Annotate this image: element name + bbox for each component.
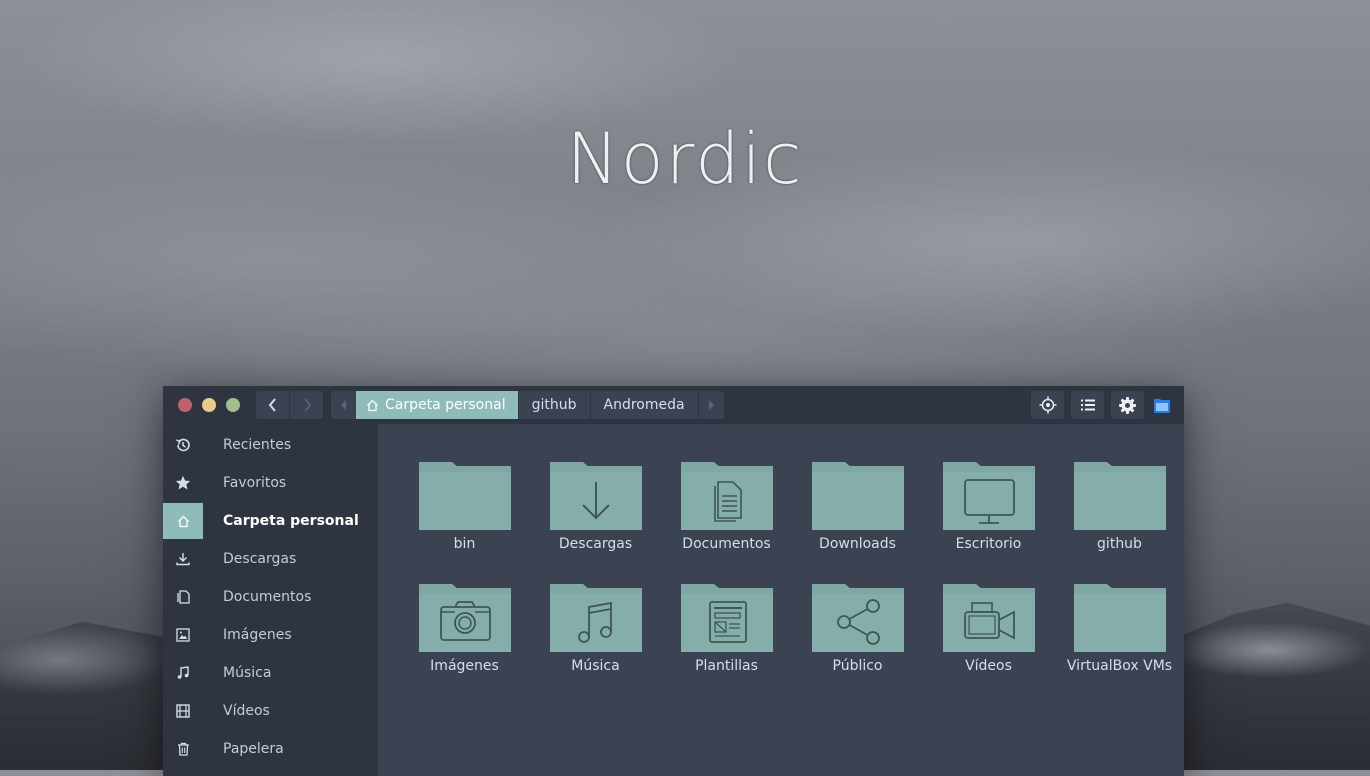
folder-item[interactable]: Documentos: [661, 460, 792, 552]
folder-label: Plantillas: [695, 658, 758, 674]
path-button-andromeda[interactable]: Andromeda: [589, 391, 698, 419]
film-icon: [163, 693, 203, 729]
close-button[interactable]: [178, 398, 192, 412]
file-view: bin Descargas Documentos Downloads Escri…: [378, 424, 1184, 776]
sidebar-item-descargas[interactable]: Descargas: [163, 541, 296, 577]
sidebar-item-label: Papelera: [223, 741, 284, 757]
folder-label: VirtualBox VMs: [1066, 658, 1173, 674]
folder-item[interactable]: Plantillas: [661, 582, 792, 674]
folder-item[interactable]: github: [1054, 460, 1185, 552]
sidebar-item-label: Documentos: [223, 589, 312, 605]
downloads-folder-icon: [549, 460, 642, 530]
window-controls: [178, 398, 240, 412]
list-view-button[interactable]: [1071, 391, 1104, 419]
folder-label: Downloads: [819, 536, 896, 552]
document-icon: [163, 579, 203, 615]
folder-label: Música: [571, 658, 620, 674]
image-icon: [163, 617, 203, 653]
sidebar-item-label: Carpeta personal: [223, 513, 359, 529]
maximize-button[interactable]: [226, 398, 240, 412]
minimize-button[interactable]: [202, 398, 216, 412]
navigation-buttons: [256, 391, 323, 419]
desktop-folder-icon: [942, 460, 1035, 530]
folder-label: github: [1097, 536, 1142, 552]
arrow-left-icon: [340, 400, 346, 410]
path-button-home[interactable]: Carpeta personal: [356, 391, 518, 419]
arrow-right-icon: [709, 400, 715, 410]
sidebar-item-documentos[interactable]: Documentos: [163, 579, 311, 615]
back-button[interactable]: [256, 391, 289, 419]
star-icon: [163, 465, 203, 501]
sidebar-item-papelera[interactable]: Papelera: [163, 731, 284, 767]
path-bar: Carpeta personal github Andromeda: [331, 391, 724, 419]
forward-button[interactable]: [289, 391, 323, 419]
folder-item[interactable]: Downloads: [792, 460, 923, 552]
folder-label: Descargas: [558, 536, 633, 552]
folder-item[interactable]: Vídeos: [923, 582, 1054, 674]
sidebar-item-label: Vídeos: [223, 703, 270, 719]
folder-icon: [1073, 460, 1166, 530]
sidebar-item-musica[interactable]: Música: [163, 655, 271, 691]
sidebar-item-carpeta-personal[interactable]: Carpeta personal: [163, 503, 359, 539]
sidebar-item-label: Descargas: [223, 551, 297, 567]
locate-icon: [1039, 396, 1056, 414]
folder-icon: [811, 460, 904, 530]
trash-icon: [163, 731, 203, 767]
locate-button[interactable]: [1031, 391, 1064, 419]
sidebar-item-label: Recientes: [223, 437, 292, 453]
wallpaper-title: Nordic: [566, 118, 804, 200]
download-icon: [163, 541, 203, 577]
music-icon: [163, 655, 203, 691]
folder-icon: [1073, 582, 1166, 652]
folder-label: Vídeos: [965, 658, 1012, 674]
folder-label: Imágenes: [430, 658, 499, 674]
sidebar-item-imagenes[interactable]: Imágenes: [163, 617, 292, 653]
chevron-right-icon: [303, 398, 311, 412]
headerbar: Carpeta personal github Andromeda: [163, 386, 1184, 424]
settings-button[interactable]: [1111, 391, 1144, 419]
sidebar-item-label: Imágenes: [223, 627, 292, 643]
folder-label: bin: [453, 536, 476, 552]
sidebar-item-label: Música: [223, 665, 272, 681]
public-folder-icon: [811, 582, 904, 652]
folder-label: Escritorio: [955, 536, 1022, 552]
sidebar-item-recientes[interactable]: Recientes: [163, 427, 291, 463]
folder-icon: [418, 460, 511, 530]
music-folder-icon: [549, 582, 642, 652]
settings-icon: [1119, 396, 1136, 414]
chevron-left-icon: [268, 398, 276, 412]
home-icon: [367, 399, 378, 411]
path-scroll-right-button[interactable]: [697, 391, 724, 419]
list-view-icon: [1080, 399, 1095, 411]
folder-item[interactable]: Descargas: [530, 460, 661, 552]
sidebar-item-favoritos[interactable]: Favoritos: [163, 465, 286, 501]
sidebar-item-videos[interactable]: Vídeos: [163, 693, 270, 729]
sidebar-item-label: Favoritos: [223, 475, 287, 491]
folder-item[interactable]: Escritorio: [923, 460, 1054, 552]
documents-folder-icon: [680, 460, 773, 530]
templates-folder-icon: [680, 582, 773, 652]
path-button-github[interactable]: github: [517, 391, 590, 419]
folder-item[interactable]: Imágenes: [399, 582, 530, 674]
videos-folder-icon: [942, 582, 1035, 652]
folder-item[interactable]: VirtualBox VMs: [1054, 582, 1185, 674]
home-icon: [163, 503, 203, 539]
app-icon: [1154, 398, 1170, 413]
folder-label: Documentos: [682, 536, 771, 552]
path-scroll-left-button[interactable]: [331, 391, 356, 419]
pictures-folder-icon: [418, 582, 511, 652]
path-label: Carpeta personal: [385, 397, 506, 413]
file-manager-window: Carpeta personal github Andromeda Recien…: [163, 386, 1184, 776]
folder-label: Público: [832, 658, 883, 674]
history-icon: [163, 427, 203, 463]
folder-item[interactable]: Público: [792, 582, 923, 674]
folder-item[interactable]: Música: [530, 582, 661, 674]
folder-item[interactable]: bin: [399, 460, 530, 552]
